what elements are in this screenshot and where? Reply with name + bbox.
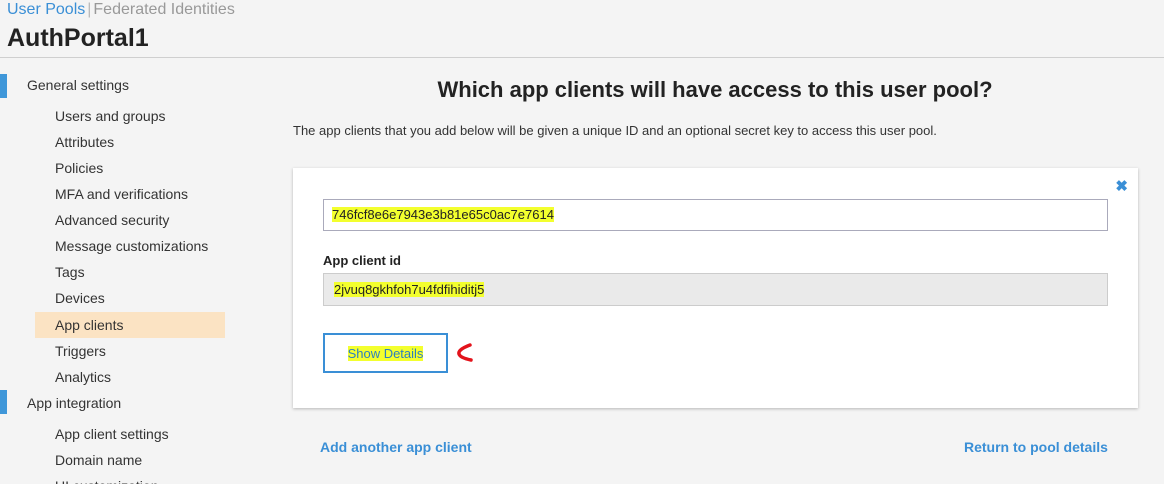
nav-separator: | [87, 1, 92, 18]
sidebar-item-analytics[interactable]: Analytics [35, 364, 225, 390]
top-nav: User Pools | Federated Identities [7, 1, 235, 19]
app-client-name-value: 746fcf8e6e7943e3b81e65c0ac7e7614 [332, 207, 554, 222]
add-another-app-client-link[interactable]: Add another app client [320, 439, 472, 455]
sidebar-item-tags[interactable]: Tags [35, 259, 225, 285]
federated-identities-link[interactable]: Federated Identities [93, 1, 234, 18]
show-details-label: Show Details [347, 345, 424, 361]
app-client-id-field: 2jvuq8gkhfoh7u4fdfihiditj5 [323, 273, 1108, 306]
sidebar-item-ui-customization[interactable]: UI customization [35, 473, 225, 484]
sidebar-item-attributes[interactable]: Attributes [35, 129, 225, 155]
sidebar-item-app-clients[interactable]: App clients [35, 312, 225, 338]
section-marker [0, 74, 7, 98]
sidebar-item-policies[interactable]: Policies [35, 155, 225, 181]
main-description: The app clients that you add below will … [293, 123, 937, 138]
sidebar-item-advanced-security[interactable]: Advanced security [35, 207, 225, 233]
main-heading: Which app clients will have access to th… [437, 77, 993, 102]
sidebar-item-users-and-groups[interactable]: Users and groups [35, 103, 225, 129]
app-client-card: ✖ 746fcf8e6e7943e3b81e65c0ac7e7614 App c… [293, 168, 1138, 408]
section-app-integration[interactable]: App integration [27, 395, 121, 411]
sidebar-item-devices[interactable]: Devices [35, 285, 225, 311]
sidebar-item-app-client-settings[interactable]: App client settings [35, 421, 225, 447]
sidebar-item-domain-name[interactable]: Domain name [35, 447, 225, 473]
sidebar-item-message-customizations[interactable]: Message customizations [35, 233, 225, 259]
app-client-id-value: 2jvuq8gkhfoh7u4fdfihiditj5 [334, 282, 485, 297]
section-marker [0, 390, 7, 414]
app-client-id-label: App client id [323, 253, 401, 268]
show-details-button[interactable]: Show Details [323, 333, 448, 373]
red-arrow-annotation [457, 343, 473, 362]
sidebar: General settings Users and groups Attrib… [0, 58, 240, 484]
app-client-name-input[interactable]: 746fcf8e6e7943e3b81e65c0ac7e7614 [323, 199, 1108, 231]
sidebar-item-triggers[interactable]: Triggers [35, 338, 225, 364]
section-general-settings[interactable]: General settings [27, 77, 129, 93]
close-icon[interactable]: ✖ [1115, 177, 1128, 195]
return-to-pool-details-link[interactable]: Return to pool details [964, 439, 1108, 455]
sidebar-item-mfa[interactable]: MFA and verifications [35, 181, 225, 207]
user-pools-link[interactable]: User Pools [7, 1, 85, 18]
page-title: AuthPortal1 [7, 24, 149, 52]
